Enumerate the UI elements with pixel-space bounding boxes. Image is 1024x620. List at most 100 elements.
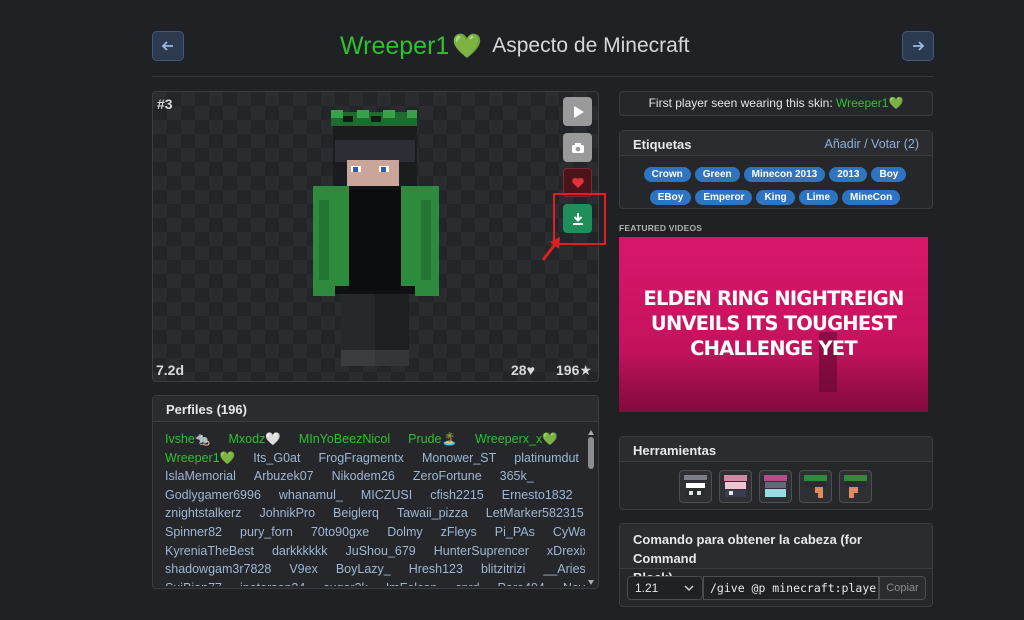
tools-panel: Herramientas — [619, 436, 933, 510]
profile-link[interactable]: MInYoBeezNicol — [299, 430, 390, 449]
profile-link[interactable]: Its_G0at — [253, 449, 300, 468]
profile-link[interactable]: blitzitrizi — [481, 560, 525, 579]
profile-link[interactable]: V9ex — [289, 560, 318, 579]
first-seen-player-link[interactable]: Wreeper1💚 — [836, 96, 903, 110]
arrow-right-icon — [913, 41, 925, 51]
skin-tool-teal-button[interactable] — [759, 470, 792, 503]
skin-tool-pink-button[interactable] — [719, 470, 752, 503]
tag-chip[interactable]: Crown — [643, 167, 691, 182]
profile-link[interactable]: Monower_ST — [422, 449, 496, 468]
profile-link[interactable]: ImFolcan — [386, 579, 437, 586]
likes-count: 28♥ — [511, 362, 535, 378]
profile-link[interactable]: CyWalk — [553, 523, 585, 542]
profile-link[interactable]: Spinner82 — [165, 523, 222, 542]
tags-panel: Etiquetas Añadir / Votar (2) Crown Green M… — [619, 130, 933, 209]
profiles-row: znightstalkerz JohnikPro Beiglerq Tawaii_pi… — [165, 504, 585, 523]
profile-link[interactable]: KyreniaTheBest — [165, 542, 254, 561]
profile-link[interactable]: platinumdut — [514, 449, 579, 468]
skin-tool-classic-button[interactable] — [679, 470, 712, 503]
tag-chip[interactable]: Minecon 2013 — [743, 167, 826, 182]
tag-chip[interactable]: Boy — [871, 167, 907, 182]
profile-link[interactable]: whanamul_ — [279, 486, 343, 505]
profile-link[interactable]: Ernesto1832 — [502, 486, 573, 505]
command-text-field[interactable]: /give @p minecraft:player_ — [703, 576, 879, 600]
profile-link[interactable]: FrogFragmentx — [318, 449, 403, 468]
profile-link[interactable]: BoyLazy_ — [336, 560, 391, 579]
profile-link[interactable]: Godlygamer6996 — [165, 486, 261, 505]
download-skin-button[interactable] — [563, 204, 592, 233]
skin-preview-green-icon — [804, 475, 827, 498]
profile-link[interactable]: 70to90gxe — [311, 523, 369, 542]
profile-link[interactable]: MICZUSI — [361, 486, 412, 505]
screenshot-button[interactable] — [563, 133, 592, 162]
profile-link[interactable]: Wreeper1💚 — [165, 449, 235, 468]
skin-3d-viewer[interactable]: #3 7.2d 28♥ 196★ — [152, 91, 599, 382]
profile-link[interactable]: 365k_ — [500, 467, 534, 486]
play-animation-button[interactable] — [563, 97, 592, 126]
profile-link[interactable]: JohnikPro — [259, 504, 315, 523]
profile-link[interactable]: Arbuzek07 — [254, 467, 314, 486]
profiles-scrollbar[interactable] — [586, 430, 596, 586]
profile-link[interactable]: SuiBian77 — [165, 579, 222, 586]
tag-chip[interactable]: MineCon — [842, 190, 901, 205]
profile-link[interactable]: IslaMemorial — [165, 467, 236, 486]
copy-command-button[interactable]: Copiar — [879, 576, 926, 600]
skin-tool-green-button[interactable] — [799, 470, 832, 503]
profile-link[interactable]: Ivshe🐀 — [165, 430, 210, 449]
skin-tool-orange-button[interactable] — [839, 470, 872, 503]
profile-link[interactable]: cfish2215 — [430, 486, 484, 505]
skin-name: Wreeper1 — [340, 31, 450, 60]
profile-link[interactable]: zFleys — [441, 523, 477, 542]
profile-link[interactable]: darkkkkkk — [272, 542, 328, 561]
red-pointer-arrow-icon — [541, 237, 560, 261]
profile-link[interactable]: Pare404 — [498, 579, 545, 586]
command-panel: Comando para obtener la cabeza (for Comm… — [619, 523, 933, 607]
tag-chip[interactable]: Emperor — [695, 190, 753, 205]
profiles-row: Spinner82 pury_forn 70to90gxe Dolmy zFleys Pi… — [165, 523, 585, 542]
tag-chip[interactable]: King — [756, 190, 795, 205]
profile-link[interactable]: ZeroFortune — [413, 467, 482, 486]
featured-videos-label: FEATURED VIDEOS — [619, 223, 703, 233]
skin-preview-teal-icon — [764, 475, 787, 497]
scroll-up-arrow-icon[interactable] — [588, 430, 594, 435]
profile-link[interactable]: jpetersen24 — [240, 579, 305, 586]
tag-chip[interactable]: 2013 — [829, 167, 868, 182]
page-title: Wreeper1 💚 Aspecto de Minecraft — [340, 28, 760, 64]
profile-link[interactable]: Beiglerq — [333, 504, 379, 523]
profile-link[interactable]: JuShou_679 — [346, 542, 416, 561]
skin-rank: #3 — [157, 96, 173, 112]
tag-chip[interactable]: Green — [694, 167, 740, 182]
profile-link[interactable]: Tawaii_pizza — [397, 504, 468, 523]
profile-link[interactable]: HunterSuprencer — [434, 542, 529, 561]
profile-link[interactable]: Wreeperx_x💚 — [475, 430, 558, 449]
skin-preview-icon — [684, 475, 707, 496]
header-divider — [152, 76, 933, 77]
scroll-down-arrow-icon[interactable] — [588, 580, 594, 585]
version-select[interactable]: 1.21 — [627, 576, 703, 600]
video-title-line-1: ELDEN RING NIGHTREIGN — [643, 287, 904, 310]
profile-link[interactable]: znightstalkerz — [165, 504, 241, 523]
next-skin-button[interactable] — [902, 31, 934, 61]
profile-link[interactable]: pury_forn — [240, 523, 293, 542]
profiles-row: KyreniaTheBest darkkkkkk JuShou_679 HunterS… — [165, 542, 585, 561]
profile-link[interactable]: Nikodem26 — [332, 467, 395, 486]
tag-chip[interactable]: Lime — [798, 190, 839, 205]
profile-link[interactable]: cprd — [455, 579, 479, 586]
video-title-line-2: UNVEILS ITS TOUGHEST — [650, 312, 897, 335]
scrollbar-thumb[interactable] — [588, 437, 594, 469]
previous-skin-button[interactable] — [152, 31, 184, 61]
profile-link[interactable]: NovaOWisp — [563, 579, 585, 586]
profile-link[interactable]: xDrexixX — [547, 542, 585, 561]
profile-link[interactable]: Pi_PAs — [495, 523, 535, 542]
profile-link[interactable]: shadowgam3r7828 — [165, 560, 271, 579]
profile-link[interactable]: LetMarker582315 — [486, 504, 584, 523]
add-vote-tags-link[interactable]: Añadir / Votar (2) — [825, 137, 920, 151]
featured-video-player[interactable]: ELDEN RING NIGHTREIGN UNVEILS ITS TOUGHE… — [619, 237, 928, 412]
tag-chip[interactable]: EBoy — [649, 190, 692, 205]
profile-link[interactable]: Dolmy — [387, 523, 422, 542]
profile-link[interactable]: Mxodz🤍 — [228, 430, 280, 449]
profile-link[interactable]: sugar3k — [323, 579, 367, 586]
profile-link[interactable]: __Aries_ — [543, 560, 585, 579]
profile-link[interactable]: Prude🏝️ — [408, 430, 457, 449]
profile-link[interactable]: Hresh123 — [409, 560, 463, 579]
